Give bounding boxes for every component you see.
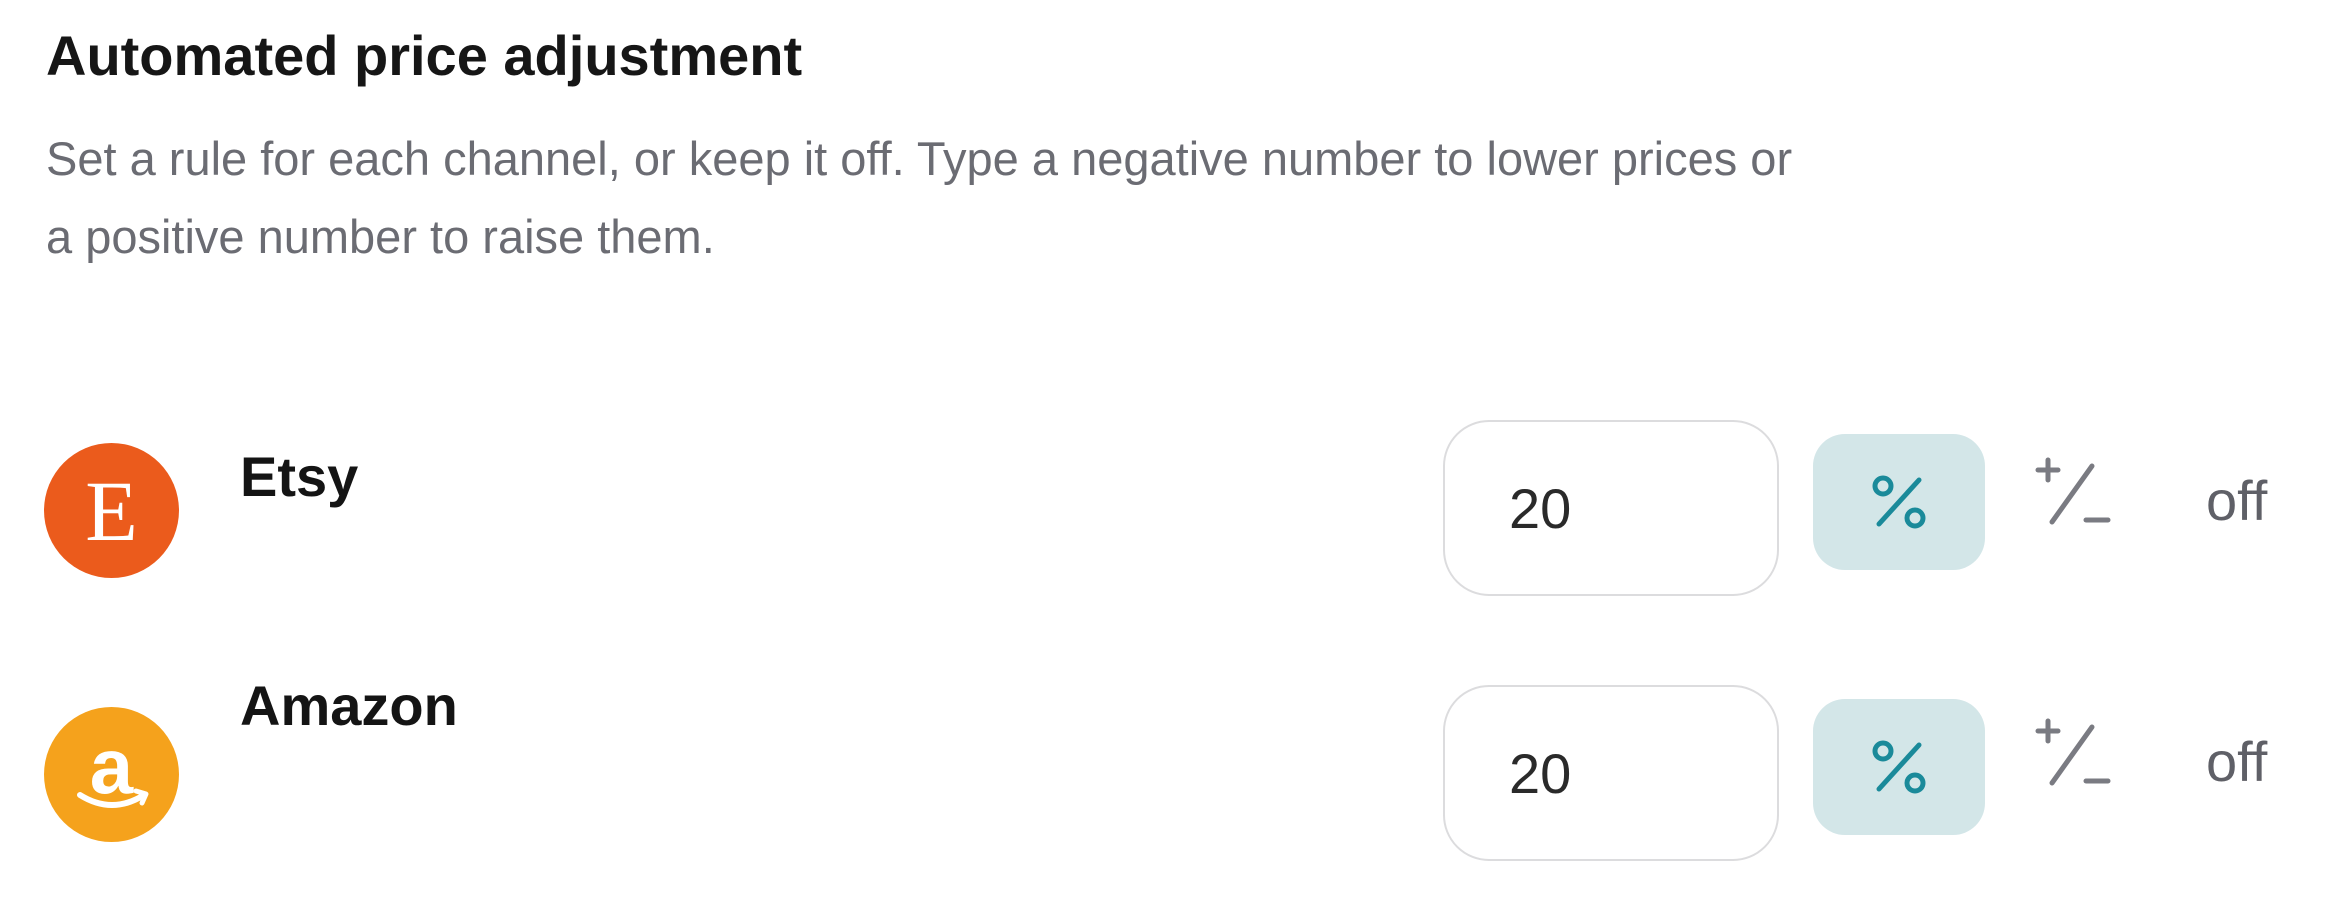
channel-name-etsy: Etsy: [240, 445, 359, 508]
channel-name-amazon: Amazon: [240, 674, 458, 737]
etsy-logo-letter: E: [85, 462, 138, 559]
etsy-state-label: off: [2206, 469, 2268, 532]
channel-row-amazon: a Amazon off: [0, 674, 2344, 863]
etsy-adjustment-input[interactable]: [1443, 420, 1779, 596]
etsy-percent-unit-button[interactable]: [1813, 434, 1985, 570]
amazon-percent-unit-button[interactable]: [1813, 699, 1985, 835]
amazon-smile-icon: [77, 788, 149, 808]
channel-row-etsy: E Etsy off: [0, 420, 2344, 598]
plus-minus-icon[interactable]: [2030, 452, 2114, 536]
amazon-logo-icon: a: [44, 707, 179, 842]
amazon-state-label: off: [2206, 730, 2268, 793]
section-title: Automated price adjustment: [46, 24, 803, 87]
amazon-adjustment-input[interactable]: [1443, 685, 1779, 861]
percent-icon: [1872, 740, 1926, 794]
percent-icon: [1872, 475, 1926, 529]
etsy-logo-icon: E: [44, 443, 179, 578]
plus-minus-icon[interactable]: [2030, 713, 2114, 797]
section-description: Set a rule for each channel, or keep it …: [46, 132, 1793, 263]
